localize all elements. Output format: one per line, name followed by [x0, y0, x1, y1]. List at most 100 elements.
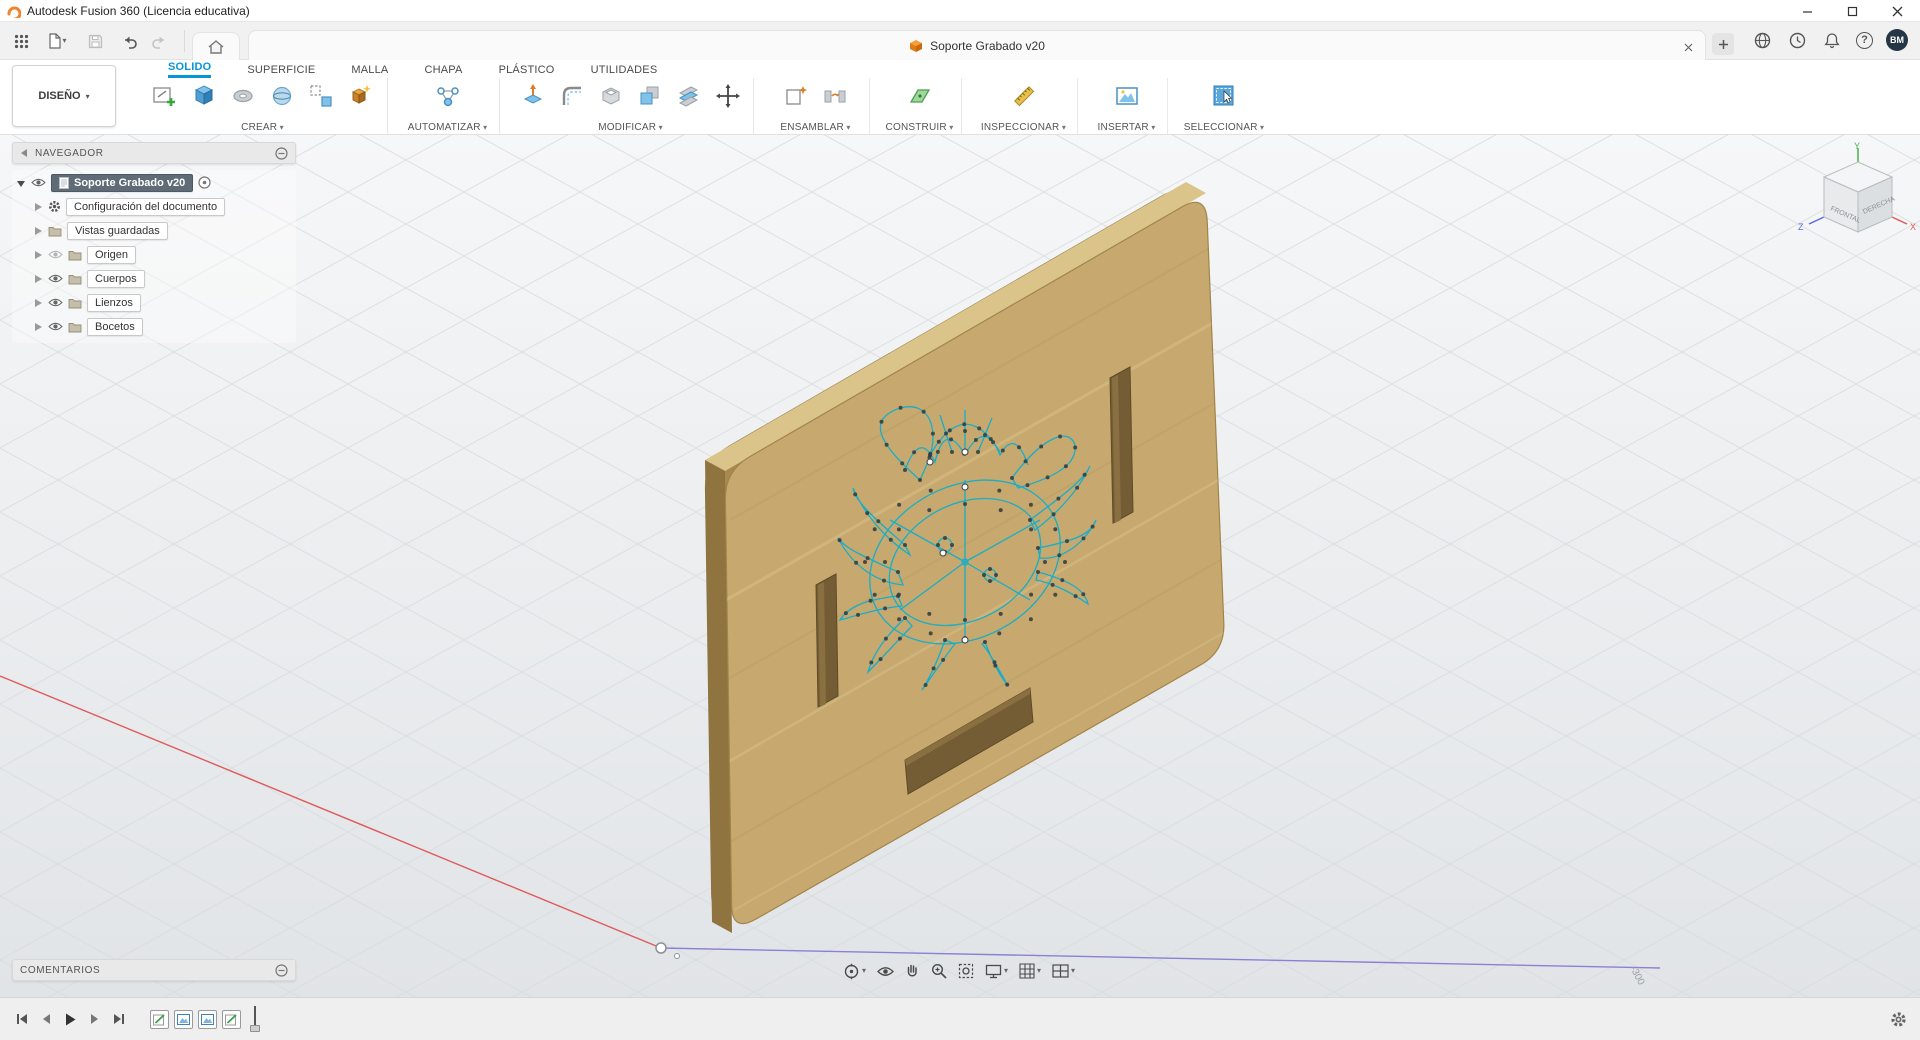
- tab-utilities[interactable]: UTILIDADES: [591, 64, 658, 78]
- tree-item-chip[interactable]: Configuración del documento: [66, 197, 226, 216]
- fillet-button[interactable]: [554, 78, 590, 114]
- create-sketch-button[interactable]: [147, 78, 183, 114]
- undo-button[interactable]: [116, 29, 142, 53]
- activity-history-button[interactable]: [1786, 29, 1808, 51]
- new-tab-button[interactable]: [1712, 33, 1734, 55]
- browser-header[interactable]: NAVEGADOR: [12, 142, 296, 164]
- primitive-box-button[interactable]: [342, 78, 378, 114]
- construction-plane-button[interactable]: [902, 78, 938, 114]
- tree-row-sketches[interactable]: Bocetos: [12, 316, 296, 337]
- collapse-panel-icon[interactable]: [275, 963, 288, 977]
- group-label[interactable]: SELECCIONAR: [1176, 122, 1272, 133]
- view-cube[interactable]: Y X Z FRONTAL DERECHA: [1790, 140, 1920, 250]
- tree-row-origin[interactable]: Origen: [12, 244, 296, 265]
- play-button[interactable]: [60, 1009, 80, 1029]
- timeline-feature-sketch[interactable]: [222, 1009, 241, 1029]
- close-button[interactable]: [1875, 0, 1920, 22]
- root-component-chip[interactable]: Soporte Grabado v20: [51, 173, 194, 192]
- maximize-button[interactable]: [1830, 0, 1875, 22]
- tree-item-chip[interactable]: Bocetos: [87, 317, 143, 336]
- home-tab[interactable]: [192, 32, 240, 60]
- press-pull-button[interactable]: [515, 78, 551, 114]
- new-component-button[interactable]: [778, 78, 814, 114]
- split-button[interactable]: [671, 78, 707, 114]
- user-avatar[interactable]: BM: [1886, 29, 1908, 51]
- job-status-button[interactable]: [1751, 29, 1773, 51]
- file-menu-button[interactable]: ▾: [40, 29, 74, 53]
- grid-settings-button[interactable]: ▾: [1016, 961, 1044, 981]
- comments-header[interactable]: COMENTARIOS: [12, 959, 296, 981]
- collapse-panel-icon[interactable]: [275, 146, 288, 160]
- group-label[interactable]: CREAR: [138, 122, 387, 133]
- viewports-button[interactable]: ▾: [1049, 962, 1078, 980]
- automate-button[interactable]: [430, 78, 466, 114]
- disclosure-icon[interactable]: [34, 226, 43, 236]
- disclosure-icon[interactable]: [34, 202, 43, 212]
- look-at-button[interactable]: [874, 963, 897, 980]
- notifications-button[interactable]: [1821, 29, 1843, 51]
- zoom-button[interactable]: [928, 961, 950, 981]
- step-forward-button[interactable]: [84, 1009, 104, 1029]
- help-button[interactable]: ?: [1856, 31, 1873, 49]
- timeline-feature-canvas[interactable]: [198, 1009, 217, 1029]
- expand-arrow-icon[interactable]: [16, 178, 26, 188]
- visibility-eye-icon[interactable]: [48, 321, 63, 332]
- close-tab-button[interactable]: [1679, 38, 1697, 56]
- minimize-button[interactable]: [1785, 0, 1830, 22]
- tree-item-chip[interactable]: Origen: [87, 245, 137, 264]
- group-label[interactable]: MODIFICAR: [508, 122, 753, 133]
- tab-sheet-metal[interactable]: CHAPA: [424, 64, 462, 78]
- disclosure-icon[interactable]: [34, 274, 43, 284]
- display-settings-button[interactable]: ▾: [982, 962, 1011, 981]
- tab-solid[interactable]: SOLIDO: [168, 61, 212, 78]
- joint-button[interactable]: [817, 78, 853, 114]
- disclosure-icon[interactable]: [34, 298, 43, 308]
- tree-row-document-settings[interactable]: Configuración del documento: [12, 196, 296, 217]
- tree-row-named-views[interactable]: Vistas guardadas: [12, 220, 296, 241]
- tree-item-chip[interactable]: Vistas guardadas: [67, 221, 168, 240]
- save-button[interactable]: [82, 29, 108, 53]
- step-back-button[interactable]: [36, 1009, 56, 1029]
- go-to-start-button[interactable]: [12, 1009, 32, 1029]
- redo-button[interactable]: [146, 29, 172, 53]
- tree-row-canvases[interactable]: Lienzos: [12, 292, 296, 313]
- group-label[interactable]: CONSTRUIR: [878, 122, 961, 133]
- tab-mesh[interactable]: MALLA: [351, 64, 388, 78]
- pan-button[interactable]: [902, 961, 923, 981]
- group-label[interactable]: ENSAMBLAR: [762, 122, 869, 133]
- select-button[interactable]: [1206, 78, 1242, 114]
- measure-button[interactable]: [1006, 78, 1042, 114]
- group-label[interactable]: INSERTAR: [1086, 122, 1167, 133]
- visibility-eye-icon[interactable]: [31, 177, 46, 188]
- timeline-feature-sketch[interactable]: [150, 1009, 169, 1029]
- pattern-button[interactable]: [303, 78, 339, 114]
- disclosure-icon[interactable]: [34, 250, 43, 260]
- data-panel-button[interactable]: [8, 29, 34, 53]
- visibility-eye-icon[interactable]: [48, 249, 63, 260]
- go-to-end-button[interactable]: [108, 1009, 128, 1029]
- timeline-position-marker[interactable]: [248, 1006, 262, 1032]
- visibility-eye-icon[interactable]: [48, 297, 63, 308]
- fit-button[interactable]: [955, 961, 977, 981]
- tab-surface[interactable]: SUPERFICIE: [247, 64, 315, 78]
- group-label[interactable]: INSPECCIONAR: [970, 122, 1077, 133]
- activate-component-radio[interactable]: [198, 176, 211, 189]
- shell-button[interactable]: [593, 78, 629, 114]
- group-label[interactable]: AUTOMATIZAR: [396, 122, 499, 133]
- disclosure-icon[interactable]: [34, 322, 43, 332]
- revolve-button[interactable]: [264, 78, 300, 114]
- tree-item-chip[interactable]: Lienzos: [87, 293, 141, 312]
- timeline-feature-canvas[interactable]: [174, 1009, 193, 1029]
- sweep-button[interactable]: [225, 78, 261, 114]
- orbit-button[interactable]: ▾: [840, 961, 869, 982]
- tree-item-chip[interactable]: Cuerpos: [87, 269, 145, 288]
- combine-button[interactable]: [632, 78, 668, 114]
- document-tab[interactable]: Soporte Grabado v20: [248, 30, 1706, 60]
- insert-image-button[interactable]: [1109, 78, 1145, 114]
- move-button[interactable]: [710, 78, 746, 114]
- extrude-button[interactable]: [186, 78, 222, 114]
- tree-row-bodies[interactable]: Cuerpos: [12, 268, 296, 289]
- tree-row-root[interactable]: Soporte Grabado v20: [12, 172, 296, 193]
- visibility-eye-icon[interactable]: [48, 273, 63, 284]
- timeline-settings-button[interactable]: [1888, 1009, 1908, 1029]
